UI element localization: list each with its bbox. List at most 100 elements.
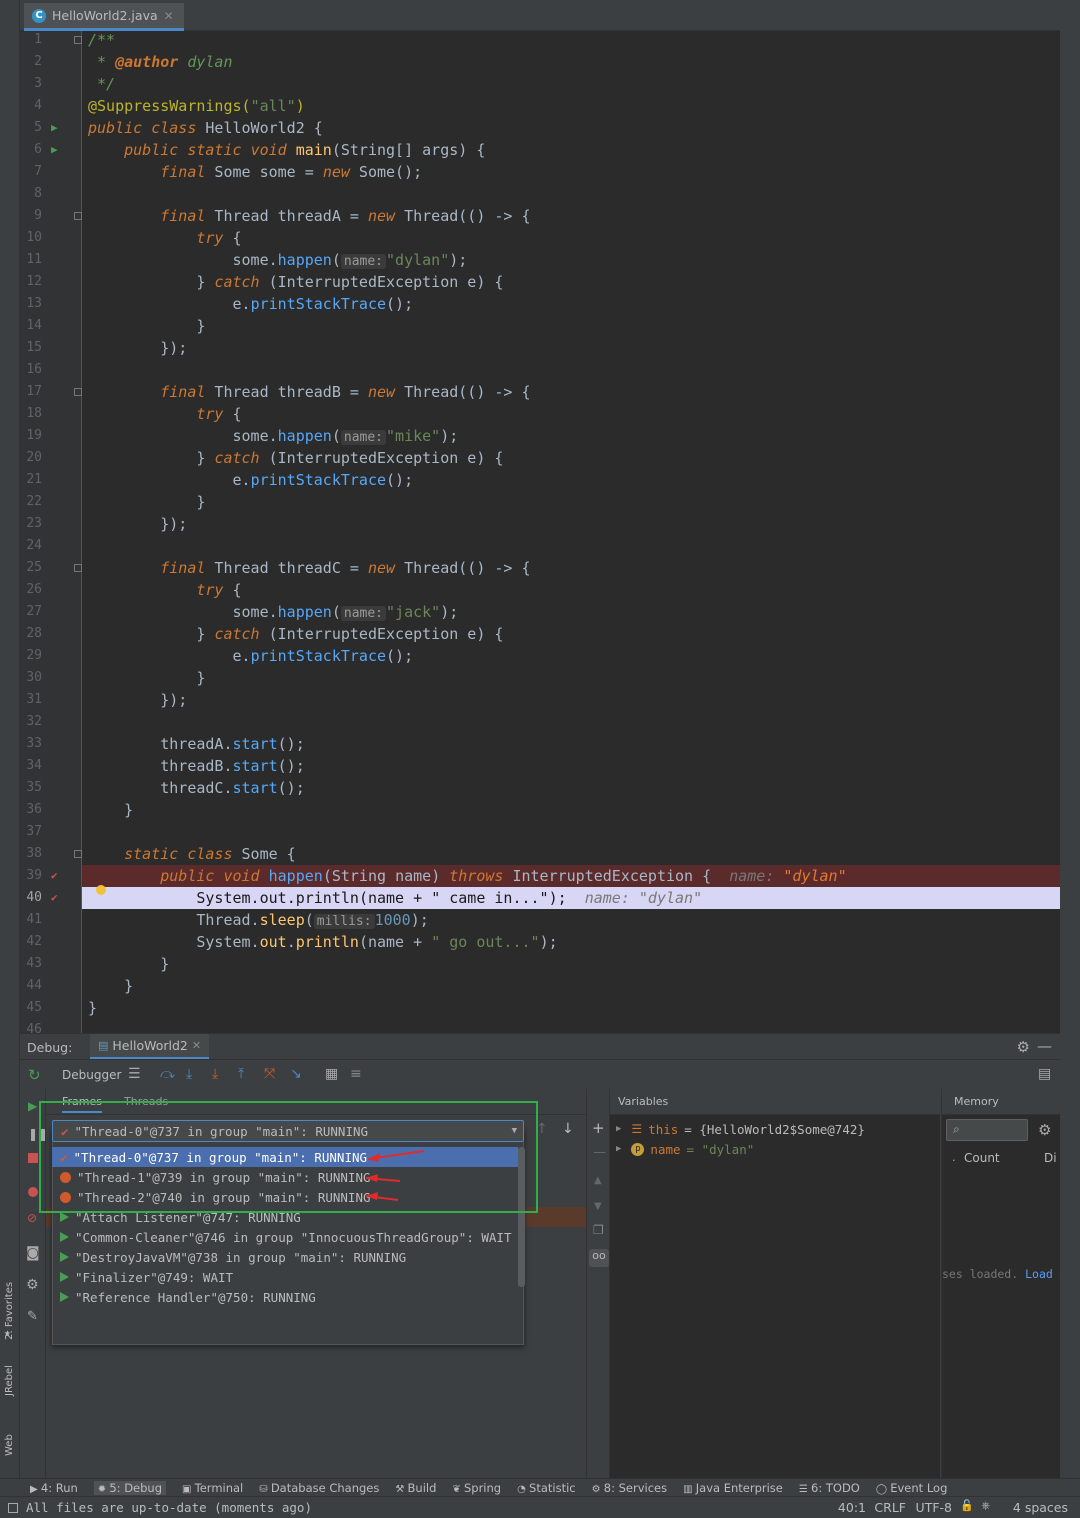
line-number[interactable]: 12 <box>20 274 42 289</box>
code-line[interactable]: } <box>88 997 1050 1019</box>
code-line[interactable]: } catch (InterruptedException e) { <box>88 271 1050 293</box>
code-line[interactable]: * @author dylan <box>88 51 1050 73</box>
force-step-into-icon[interactable]: ⤓ <box>212 1066 218 1082</box>
line-number[interactable]: 5 <box>20 120 42 135</box>
web-label[interactable]: Web <box>4 1434 15 1456</box>
line-number[interactable]: 45 <box>20 1000 42 1015</box>
tool-window-button[interactable]: ⛁ Database Changes <box>259 1481 379 1495</box>
code-line[interactable]: some.happen(name: "jack"); <box>88 601 1050 623</box>
editor-tab[interactable]: C HelloWorld2.java ✕ <box>24 3 184 31</box>
code-line[interactable] <box>88 183 1050 205</box>
line-number[interactable]: 22 <box>20 494 42 509</box>
code-line[interactable] <box>88 821 1050 843</box>
line-number[interactable]: 28 <box>20 626 42 641</box>
code-line[interactable]: threadB.start(); <box>88 755 1050 777</box>
expand-icon[interactable]: ▶ <box>616 1124 621 1134</box>
code-line[interactable]: System.out.println(name + " go out..."); <box>88 931 1050 953</box>
thread-item[interactable]: "Finalizer"@749: WAIT <box>52 1267 518 1287</box>
tool-window-button[interactable]: ❦ Spring <box>452 1481 501 1495</box>
code-line[interactable]: }); <box>88 337 1050 359</box>
code-line[interactable]: Thread.sleep(millis: 1000); <box>88 909 1050 931</box>
lock-icon[interactable]: 🔓 <box>960 1499 974 1512</box>
line-number[interactable]: 27 <box>20 604 42 619</box>
code-line[interactable]: } <box>88 315 1050 337</box>
line-number[interactable]: 11 <box>20 252 42 267</box>
line-separator[interactable]: CRLF <box>874 1500 906 1515</box>
variable-row-this[interactable]: ▶ ☰ this = {HelloWorld2$Some@742} <box>610 1119 865 1139</box>
code-line[interactable]: } <box>88 491 1050 513</box>
step-into-icon[interactable]: ⤓ <box>186 1066 192 1082</box>
tool-window-button[interactable]: ☰ 6: TODO <box>799 1481 860 1495</box>
code-line[interactable]: final Some some = new Some(); <box>88 161 1050 183</box>
git-icon[interactable]: ⎈ <box>981 1499 990 1513</box>
tool-window-button[interactable]: ▥ Java Enterprise <box>683 1481 783 1495</box>
settings-gear-icon[interactable]: ⚙ <box>1017 1038 1030 1056</box>
line-number[interactable]: 36 <box>20 802 42 817</box>
line-number[interactable]: 33 <box>20 736 42 751</box>
breakpoint-icon[interactable]: ✔ <box>51 891 58 904</box>
close-tab-icon[interactable]: ✕ <box>164 9 174 23</box>
move-down-icon[interactable]: ▼ <box>594 1201 602 1212</box>
run-to-cursor-icon[interactable]: ↘ <box>290 1066 302 1082</box>
code-line[interactable] <box>88 711 1050 733</box>
thread-item[interactable]: "DestroyJavaVM"@738 in group "main": RUN… <box>52 1247 518 1267</box>
fold-marker-icon[interactable] <box>74 212 82 220</box>
code-line[interactable]: public class HelloWorld2 { <box>88 117 1050 139</box>
code-line[interactable]: try { <box>88 227 1050 249</box>
code-line[interactable]: /** <box>88 31 1050 51</box>
code-line[interactable]: some.happen(name: "dylan"); <box>88 249 1050 271</box>
code-line[interactable]: } <box>88 799 1050 821</box>
expand-icon[interactable]: ▶ <box>616 1144 621 1154</box>
fold-marker-icon[interactable] <box>74 36 82 44</box>
line-number[interactable]: 32 <box>20 714 42 729</box>
code-line[interactable]: } catch (InterruptedException e) { <box>88 623 1050 645</box>
code-line[interactable]: try { <box>88 579 1050 601</box>
line-number[interactable]: 3 <box>20 76 42 91</box>
count-column[interactable]: Count <box>964 1151 1000 1165</box>
code-line[interactable]: final Thread threadA = new Thread(() -> … <box>88 205 1050 227</box>
line-number[interactable]: 18 <box>20 406 42 421</box>
jrebel-label[interactable]: JRebel <box>4 1365 15 1396</box>
code-line[interactable]: }); <box>88 689 1050 711</box>
line-number[interactable]: 26 <box>20 582 42 597</box>
line-number[interactable]: 13 <box>20 296 42 311</box>
code-line[interactable]: static class Some { <box>88 843 1050 865</box>
code-editor[interactable]: 1 2 3 4 5 6 7 8 9 10 11 12 13 14 15 16 17 18 19 20 21 22 23 24 2… <box>20 31 1060 1033</box>
remove-watch-icon[interactable]: — <box>593 1145 606 1160</box>
diff-column[interactable]: Di <box>1044 1151 1057 1165</box>
line-number[interactable]: 8 <box>20 186 42 201</box>
line-number[interactable]: 40 <box>20 890 42 905</box>
stop-icon[interactable] <box>28 1153 38 1163</box>
line-number[interactable]: 44 <box>20 978 42 993</box>
memory-search-input[interactable]: ⌕ <box>946 1119 1028 1141</box>
line-number[interactable]: 2 <box>20 54 42 69</box>
line-number[interactable]: 7 <box>20 164 42 179</box>
code-line[interactable]: final Thread threadB = new Thread(() -> … <box>88 381 1050 403</box>
intention-bulb-icon[interactable] <box>96 885 106 895</box>
load-classes-link[interactable]: Load c <box>1025 1267 1061 1281</box>
drop-frame-icon[interactable]: ⤧ <box>264 1066 275 1082</box>
tool-window-button[interactable]: ✹ 5: Debug <box>93 1480 167 1495</box>
line-number[interactable]: 25 <box>20 560 42 575</box>
code-line[interactable]: } <box>88 953 1050 975</box>
tool-window-button[interactable]: ⚙ 8: Services <box>592 1481 668 1495</box>
code-line[interactable]: */ <box>88 73 1050 95</box>
code-line[interactable]: e.printStackTrace(); <box>88 645 1050 667</box>
move-up-icon[interactable]: ▲ <box>594 1175 602 1186</box>
line-number[interactable]: 42 <box>20 934 42 949</box>
code-line[interactable]: public void happen(String name) throws I… <box>82 865 1060 887</box>
tool-window-button[interactable]: ◔ Statistic <box>517 1481 576 1495</box>
evaluate-expression-icon[interactable]: ▦ <box>325 1066 338 1082</box>
glasses-icon[interactable]: oo <box>589 1249 609 1267</box>
code-line[interactable]: }); <box>88 513 1050 535</box>
code-line[interactable]: try { <box>88 403 1050 425</box>
code-line[interactable]: final Thread threadC = new Thread(() -> … <box>88 557 1050 579</box>
restore-layout-icon[interactable]: ▤ <box>1038 1066 1051 1082</box>
layout-icon[interactable]: ☰ <box>128 1066 141 1082</box>
copy-icon[interactable]: ❐ <box>593 1223 604 1237</box>
line-number[interactable]: 23 <box>20 516 42 531</box>
mute-breakpoints-icon[interactable]: ⊘ <box>27 1211 37 1225</box>
rerun-icon[interactable]: ↻ <box>28 1066 41 1084</box>
run-gutter-icon[interactable]: ▶ <box>51 143 58 156</box>
code-line[interactable]: public static void main(String[] args) { <box>88 139 1050 161</box>
